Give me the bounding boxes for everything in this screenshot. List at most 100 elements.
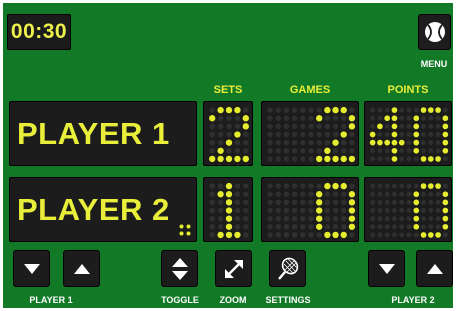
- player2-name-panel[interactable]: PLAYER 2: [9, 177, 197, 242]
- digit-dot-off: [275, 232, 282, 238]
- digit-dot-off: [428, 115, 434, 121]
- digit-dot-off: [428, 148, 434, 154]
- digit-dot-off: [370, 216, 376, 222]
- player1-name: PLAYER 1: [17, 115, 170, 151]
- digit-dot-lit: [340, 106, 347, 114]
- digit-dot-off: [391, 208, 397, 213]
- digit-dot-lit: [315, 215, 323, 222]
- digit-dot-off: [377, 115, 383, 121]
- digit-dot-off: [308, 183, 314, 189]
- toggle-arrows-icon: [171, 257, 188, 280]
- digit-dot-off: [308, 115, 314, 121]
- digit-dot-lit: [435, 156, 441, 162]
- digit-dot-off: [384, 123, 390, 129]
- digit-glyph: [267, 107, 314, 162]
- digit-dot-off: [332, 131, 339, 138]
- points-header: POINTS: [387, 84, 429, 96]
- digit-dot-lit: [435, 232, 441, 238]
- digit-dot-off: [399, 191, 405, 197]
- digit-dot-off: [234, 191, 241, 197]
- digit-dot-off: [340, 148, 347, 154]
- digit-dot-off: [316, 232, 322, 238]
- digit-dot-lit: [348, 115, 356, 122]
- digit-dot-off: [217, 139, 224, 146]
- digit-dot-off: [413, 107, 419, 113]
- digit-dot-off: [316, 107, 322, 113]
- digit-dot-off: [209, 107, 215, 113]
- digit-dot-off: [391, 216, 397, 222]
- player1-increment-button[interactable]: [63, 250, 100, 287]
- digit-dot-off: [324, 139, 331, 146]
- digit-dot-off: [275, 191, 282, 197]
- digit-dot-off: [234, 115, 241, 121]
- digit-dot-off: [391, 183, 397, 189]
- digit-dot-off: [217, 183, 224, 189]
- player2-points-display: [364, 177, 452, 242]
- digit-dot-off: [377, 216, 383, 222]
- digit-dot-off: [370, 115, 376, 121]
- zoom-button[interactable]: [215, 250, 252, 287]
- toggle-button[interactable]: [161, 250, 198, 287]
- digit-dot-off: [377, 148, 383, 154]
- digit-dot-off: [428, 132, 434, 137]
- digit-dot-lit: [348, 155, 356, 163]
- digit-dot-off: [370, 123, 376, 129]
- settings-button[interactable]: [269, 250, 306, 287]
- digit-dot-lit: [217, 106, 224, 114]
- digit-dot-off: [275, 123, 282, 130]
- digit-dot-off: [308, 232, 314, 238]
- digit-dot-lit: [442, 147, 449, 154]
- digit-dot-off: [275, 215, 282, 222]
- digit-dot-off: [209, 123, 215, 130]
- digit-dot-off: [291, 107, 298, 113]
- digit-dot-off: [300, 139, 306, 146]
- digit-dot-lit: [225, 191, 233, 198]
- digit-dot-off: [421, 132, 427, 137]
- digit-dot-off: [399, 224, 405, 230]
- player2-increment-button[interactable]: [416, 250, 453, 287]
- digit-dot-off: [377, 132, 383, 137]
- digit-dot-off: [332, 215, 339, 222]
- digit-dot-lit: [391, 107, 398, 113]
- digit-dot-lit: [442, 123, 449, 130]
- digit-dot-lit: [348, 223, 356, 230]
- digit-dot-lit: [332, 106, 339, 114]
- digit-dot-off: [384, 224, 390, 230]
- player1-name-panel[interactable]: PLAYER 1: [9, 101, 197, 166]
- digit-dot-off: [243, 232, 249, 238]
- digit-dot-off: [226, 131, 232, 138]
- digit-dot-off: [370, 208, 376, 213]
- player1-decrement-button[interactable]: [13, 250, 50, 287]
- menu-button[interactable]: [418, 14, 451, 50]
- digit-dot-lit: [324, 147, 331, 154]
- serve-indicator-icon: [179, 224, 191, 236]
- digit-dot-lit: [413, 223, 420, 230]
- digit-dot-lit: [442, 215, 449, 222]
- digit-dot-off: [217, 115, 224, 121]
- digit-dot-off: [283, 139, 290, 146]
- arrow-down-icon: [23, 263, 40, 274]
- digit-dot-off: [399, 115, 405, 121]
- digit-dot-off: [283, 232, 290, 238]
- digit-dot-off: [209, 183, 215, 189]
- digit-dot-lit: [332, 139, 339, 146]
- digit-dot-off: [300, 232, 306, 238]
- digit-dot-off: [316, 139, 322, 146]
- digit-dot-lit: [225, 106, 233, 114]
- digit-dot-lit: [340, 155, 347, 163]
- player2-points-digits: [370, 183, 449, 238]
- player2-decrement-button[interactable]: [368, 250, 405, 287]
- digit-dot-off: [332, 115, 339, 121]
- digit-glyph: [209, 106, 249, 163]
- digit-dot-off: [406, 208, 412, 213]
- digit-dot-off: [377, 183, 383, 189]
- digit-dot-off: [406, 216, 412, 222]
- digit-dot-off: [291, 139, 298, 146]
- digit-dot-lit: [340, 231, 347, 239]
- digit-dot-off: [442, 107, 448, 113]
- digit-dot-off: [377, 156, 383, 162]
- digit-dot-off: [399, 123, 405, 129]
- digit-dot-off: [300, 131, 306, 138]
- digit-dot-off: [349, 139, 355, 146]
- digit-dot-off: [399, 199, 405, 205]
